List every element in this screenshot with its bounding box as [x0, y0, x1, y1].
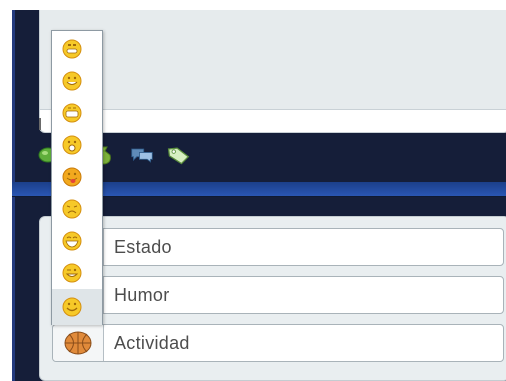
smile-icon[interactable] [61, 70, 83, 92]
laugh-icon[interactable] [61, 230, 83, 252]
tongue-icon[interactable] [61, 166, 83, 188]
price-tag-icon[interactable] [166, 144, 190, 166]
surprised-icon[interactable] [61, 134, 83, 156]
big-grin-icon[interactable] [61, 102, 83, 124]
status-text-area[interactable] [39, 10, 506, 133]
text-area-footer [40, 110, 506, 132]
emoji-picker [51, 30, 103, 325]
sad-icon[interactable] [61, 198, 83, 220]
actividad-field[interactable]: Actividad [52, 324, 504, 362]
happy-icon[interactable] [52, 289, 102, 325]
profile-form-panel: Estado Humor Actividad [39, 216, 506, 381]
text-cursor-icon [39, 118, 45, 130]
field-label-actividad: Actividad [114, 332, 190, 353]
grin-icon[interactable] [61, 38, 83, 60]
wink-icon[interactable] [61, 262, 83, 284]
app-window: Estado Humor Actividad [12, 10, 506, 381]
field-label-estado: Estado [114, 236, 172, 257]
estado-field[interactable]: Estado [52, 228, 504, 266]
humor-field[interactable]: Humor [52, 276, 504, 314]
actividad-icon-cell[interactable] [53, 325, 104, 361]
chat-bubbles-icon[interactable] [130, 144, 154, 166]
field-label-humor: Humor [114, 284, 170, 305]
basketball-icon [64, 331, 92, 355]
